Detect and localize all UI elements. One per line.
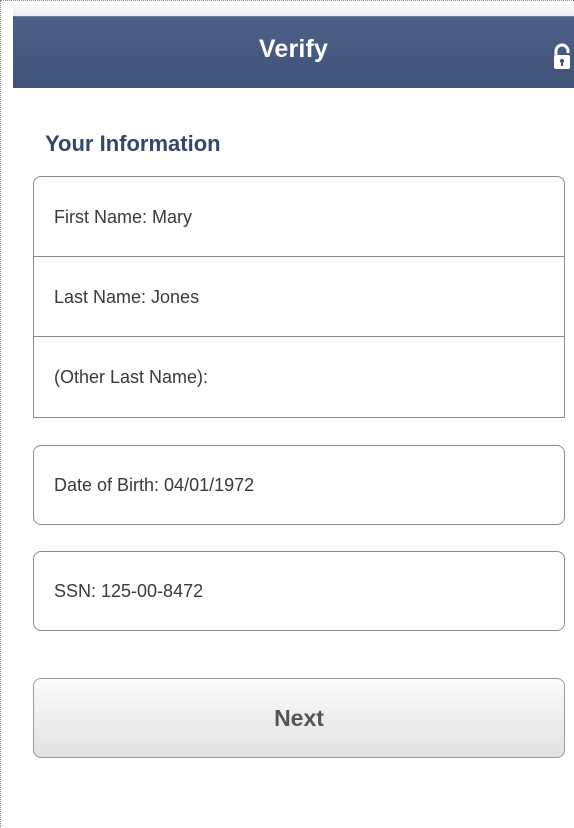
page-title: Verify bbox=[258, 35, 329, 63]
name-field-group: First Name: Mary Last Name: Jones (Other… bbox=[33, 176, 565, 418]
last-name-field[interactable]: Last Name: Jones bbox=[34, 257, 564, 337]
top-sheen bbox=[13, 2, 574, 16]
ssn-field[interactable]: SSN: 125-00-8472 bbox=[33, 551, 565, 631]
next-button[interactable]: Next bbox=[33, 678, 565, 758]
navbar: Verify bbox=[13, 16, 574, 88]
other-last-name-field[interactable]: (Other Last Name): bbox=[34, 337, 564, 417]
date-of-birth-field[interactable]: Date of Birth: 04/01/1972 bbox=[33, 445, 565, 525]
app-frame: Verify Your Information First Name: Mary… bbox=[0, 0, 574, 828]
first-name-field[interactable]: First Name: Mary bbox=[34, 177, 564, 257]
section-title: Your Information bbox=[45, 131, 221, 156]
lock-icon[interactable] bbox=[552, 43, 572, 71]
